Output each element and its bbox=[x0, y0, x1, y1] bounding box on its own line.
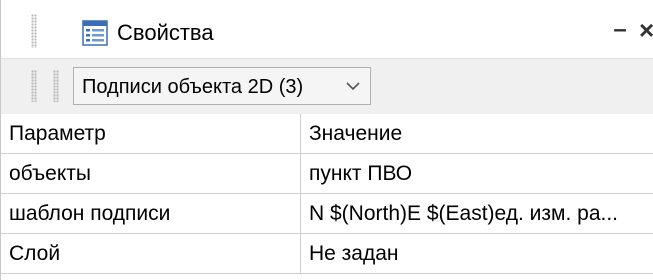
minimize-button[interactable]: – bbox=[609, 18, 631, 42]
column-header-value[interactable]: Значение bbox=[301, 114, 653, 153]
property-value[interactable]: пункт ПВО bbox=[301, 154, 653, 193]
property-value[interactable]: Не задан bbox=[301, 234, 653, 273]
object-selector-value: Подписи объекта 2D (3) bbox=[82, 76, 304, 98]
chevron-down-icon[interactable] bbox=[342, 74, 364, 98]
table-row[interactable]: объекты пункт ПВО bbox=[1, 154, 653, 194]
drag-grip-icon[interactable] bbox=[31, 14, 37, 48]
table-row[interactable]: шаблон подписи N $(North)E $(East)ед. из… bbox=[1, 194, 653, 234]
properties-list-icon bbox=[82, 20, 108, 46]
panel-title: Свойства bbox=[117, 20, 214, 45]
property-value[interactable]: N $(North)E $(East)ед. изм. ра... bbox=[301, 194, 653, 233]
property-name: шаблон подписи bbox=[1, 194, 301, 233]
table-row[interactable]: Слой Не задан bbox=[1, 234, 653, 274]
property-name: Слой bbox=[1, 234, 301, 273]
panel-toolbar: Подписи объекта 2D (3) bbox=[1, 58, 653, 115]
property-name: объекты bbox=[1, 154, 301, 193]
properties-panel: Свойства – × Подписи объекта 2D (3) Пара… bbox=[0, 0, 653, 280]
object-selector-dropdown[interactable]: Подписи объекта 2D (3) bbox=[73, 67, 371, 105]
property-grid: Параметр Значение объекты пункт ПВО шабл… bbox=[1, 114, 653, 280]
close-button[interactable]: × bbox=[639, 17, 653, 43]
grid-header-row: Параметр Значение bbox=[1, 114, 653, 154]
column-header-parameter[interactable]: Параметр bbox=[1, 114, 301, 153]
panel-title-bar[interactable]: Свойства – × bbox=[1, 0, 653, 58]
toolbar-grip-icon[interactable] bbox=[53, 70, 59, 102]
toolbar-grip-icon[interactable] bbox=[31, 70, 37, 102]
